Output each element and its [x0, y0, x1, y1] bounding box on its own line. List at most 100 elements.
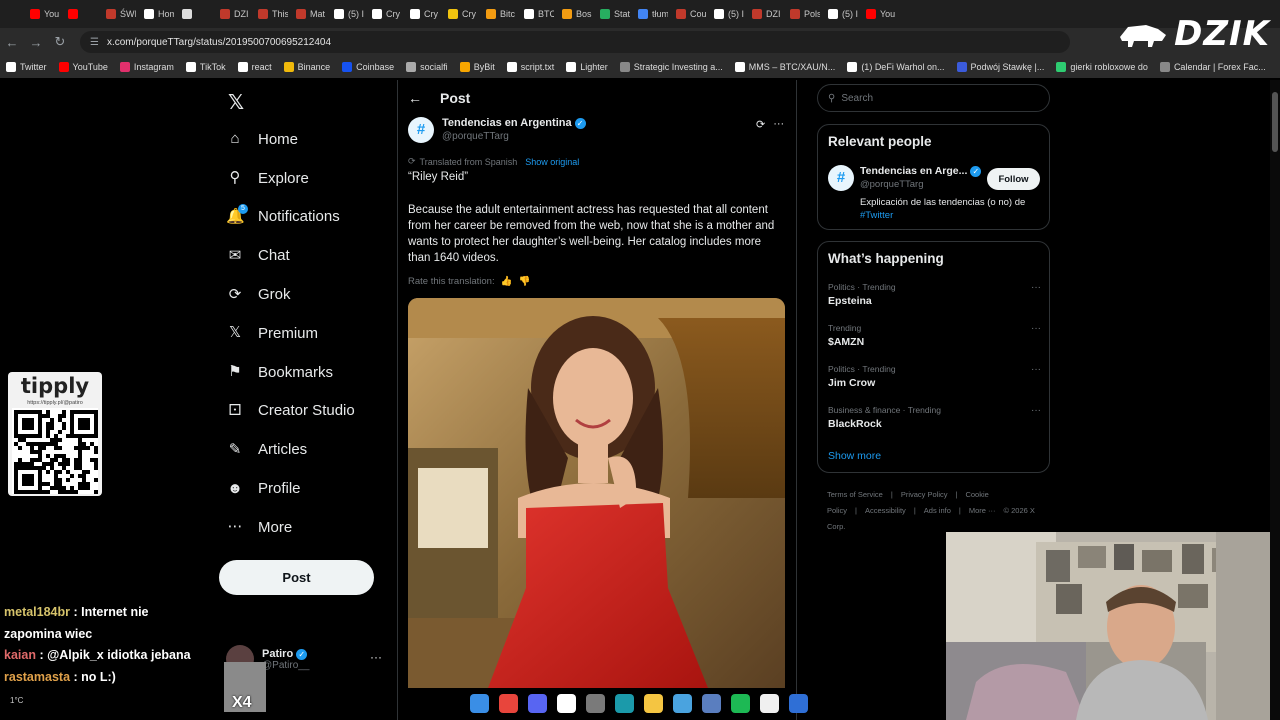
more-dots-icon[interactable]: ··· [1031, 282, 1041, 293]
browser-tab[interactable]: Cou [668, 3, 706, 25]
nav-item-premium[interactable]: 𝕏 Premium [226, 314, 355, 353]
browser-tab[interactable]: Hom [136, 3, 174, 25]
more-dots-icon[interactable]: ··· [773, 118, 784, 131]
browser-tab[interactable]: This [250, 3, 288, 25]
footer-link[interactable]: Ads info [924, 506, 951, 515]
steam-icon[interactable] [615, 694, 634, 713]
bio-hashtag-link[interactable]: #Twitter [860, 210, 893, 221]
windows-start-icon[interactable] [470, 694, 489, 713]
more-dots-icon[interactable]: ··· [1031, 323, 1041, 334]
app-icon[interactable] [586, 694, 605, 713]
app-icon[interactable] [760, 694, 779, 713]
app-icon[interactable] [673, 694, 692, 713]
more-dots-icon[interactable]: ··· [1031, 364, 1041, 375]
browser-tab[interactable]: (5) I [820, 3, 858, 25]
footer-link[interactable]: Accessibility [865, 506, 906, 515]
thumbs-down-icon[interactable]: 👎 [518, 276, 530, 287]
reload-icon[interactable]: ↻ [48, 34, 72, 50]
thumbs-up-icon[interactable]: 👍 [501, 276, 513, 287]
post-image[interactable] [408, 298, 785, 688]
browser-tab[interactable] [174, 3, 212, 25]
nav-item-notifications[interactable]: 🔔 5 Notifications [226, 198, 355, 237]
back-arrow-icon[interactable]: ← [408, 90, 422, 106]
bookmark-item[interactable]: TikTok [185, 62, 226, 72]
browser-tab[interactable]: Bos [554, 3, 592, 25]
bookmark-item[interactable]: MMS – BTC/XAU/N... [734, 62, 835, 72]
trend-item[interactable]: Business & finance · Trending BlackRock ··… [828, 405, 1041, 445]
search-input[interactable]: ⚲ Search [817, 84, 1050, 112]
bookmark-item[interactable]: Podwój Stawkę |... [956, 62, 1044, 72]
bookmark-item[interactable]: react [237, 62, 272, 72]
nav-item-chat[interactable]: ✉ Chat [226, 236, 355, 275]
trend-item[interactable]: Politics · Trending Epsteina ··· [828, 282, 1041, 322]
relevant-person[interactable]: # Tendencias en Arge... ✓ @porqueTTarg [828, 165, 982, 191]
app-icon[interactable] [702, 694, 721, 713]
bookmark-item[interactable]: gierki robloxowe do [1056, 62, 1148, 72]
browser-tab[interactable]: Pols [782, 3, 820, 25]
footer-link[interactable]: More ··· [969, 506, 996, 515]
hashtag-avatar-icon[interactable]: # [828, 165, 854, 191]
follow-button[interactable]: Follow [987, 168, 1040, 190]
browser-tab[interactable]: DZI [212, 3, 250, 25]
more-dots-icon[interactable]: ··· [1031, 405, 1041, 416]
browser-tab[interactable]: Cry [364, 3, 402, 25]
bookmark-item[interactable]: Instagram [119, 62, 174, 72]
nav-item-more[interactable]: ⋯ More [226, 508, 355, 547]
show-more-link[interactable]: Show more [828, 450, 881, 462]
folder-icon[interactable] [644, 694, 663, 713]
bookmark-item[interactable]: Calendar | Forex Fac... [1159, 62, 1266, 72]
hashtag-avatar-icon[interactable]: # [408, 117, 434, 143]
show-original-link[interactable]: Show original [525, 157, 579, 167]
browser-tab[interactable]: Cry [402, 3, 440, 25]
app-icon[interactable] [557, 694, 576, 713]
browser-tab[interactable]: Mat [288, 3, 326, 25]
nav-item-articles[interactable]: ✎ Articles [226, 430, 355, 469]
browser-tab[interactable]: ŚWI [98, 3, 136, 25]
nav-item-profile[interactable]: ☻ Profile [226, 469, 355, 508]
browser-tab[interactable]: BTC [516, 3, 554, 25]
browser-tab[interactable]: (5) I [326, 3, 364, 25]
browser-tab[interactable]: Bitc [478, 3, 516, 25]
nav-item-grok[interactable]: ⟳ Grok [226, 275, 355, 314]
chrome-icon[interactable] [499, 694, 518, 713]
browser-tab[interactable]: tłum [630, 3, 668, 25]
scrollbar-thumb[interactable] [1272, 92, 1278, 152]
forward-arrow-icon[interactable]: → [24, 35, 48, 50]
discord-icon[interactable] [528, 694, 547, 713]
app-icon[interactable] [789, 694, 808, 713]
nav-item-bookmarks[interactable]: ⚑ Bookmarks [226, 353, 355, 392]
browser-tab[interactable]: You [858, 3, 896, 25]
footer-link[interactable]: Privacy Policy [901, 490, 948, 499]
footer-link[interactable]: Terms of Service [827, 490, 883, 499]
browser-tab[interactable]: (5) I [706, 3, 744, 25]
bookmark-item[interactable]: Binance [283, 62, 330, 72]
browser-tab[interactable]: DZI [744, 3, 782, 25]
spotify-icon[interactable] [731, 694, 750, 713]
browser-tab[interactable]: Cry [440, 3, 478, 25]
nav-item-home[interactable]: ⌂ Home [226, 120, 355, 159]
browser-tab[interactable]: You [22, 3, 60, 25]
post-button[interactable]: Post [219, 560, 374, 595]
page-scrollbar[interactable] [1270, 80, 1280, 720]
bookmark-item[interactable]: Lighter [566, 62, 608, 72]
url-input[interactable]: ☰ x.com/porqueTTarg/status/2019500700695… [80, 31, 1070, 53]
grok-icon[interactable]: ⟳ [756, 118, 765, 131]
browser-tab[interactable]: Stat [592, 3, 630, 25]
nav-item-explore[interactable]: ⚲ Explore [226, 159, 355, 198]
nav-item-creator-studio[interactable]: ⚀ Creator Studio [226, 392, 354, 431]
trend-item[interactable]: Politics · Trending Jim Crow ··· [828, 364, 1041, 404]
bookmark-item[interactable]: Strategic Investing a... [619, 62, 723, 72]
bookmark-item[interactable]: Coinbase [342, 62, 394, 72]
bookmark-item[interactable]: ByBit [459, 62, 495, 72]
trend-item[interactable]: Trending $AMZN ··· [828, 323, 1041, 363]
bookmark-item[interactable]: socialfi [406, 62, 448, 72]
more-dots-icon[interactable]: ··· [370, 650, 382, 664]
bookmark-item[interactable]: YouTube [58, 62, 108, 72]
browser-tab[interactable] [60, 3, 98, 25]
bookmark-item[interactable]: Twitter [6, 62, 47, 72]
post-author[interactable]: # Tendencias en Argentina ✓ @porqueTTarg [408, 117, 586, 143]
bookmark-item[interactable]: (1) DeFi Warhol on... [847, 62, 945, 72]
back-arrow-icon[interactable]: ← [0, 35, 24, 50]
site-info-icon[interactable]: ☰ [90, 37, 99, 48]
x-logo-icon[interactable]: 𝕏 [228, 90, 244, 115]
